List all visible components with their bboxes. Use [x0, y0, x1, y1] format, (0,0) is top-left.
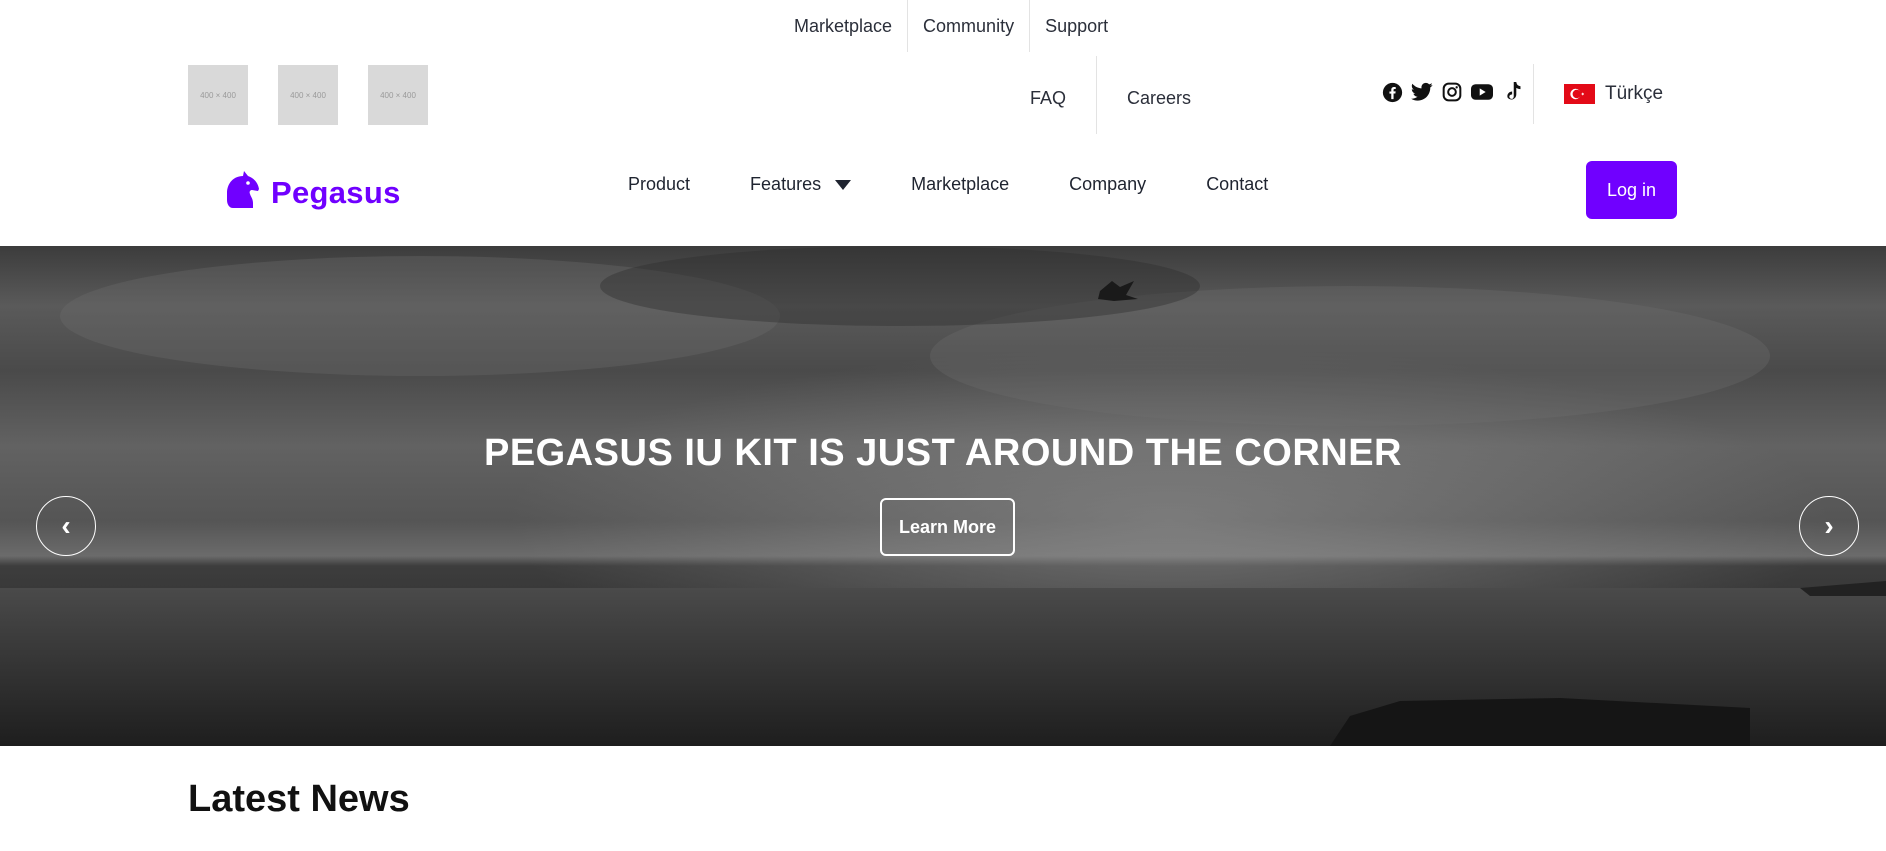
top-link-marketplace[interactable]: Marketplace [779, 0, 909, 52]
nav-item-features[interactable]: Features [750, 174, 852, 195]
top-utility-bar: Marketplace Community Support [0, 0, 1886, 52]
pegasus-horse-icon [221, 169, 261, 216]
top-link-support[interactable]: Support [1030, 0, 1123, 52]
image-placeholder: 400 × 400 [368, 65, 428, 125]
caret-down-icon [835, 179, 852, 190]
language-selector[interactable]: Türkçe [1564, 82, 1663, 106]
brand-logo[interactable]: Pegasus [221, 169, 401, 216]
login-button[interactable]: Log in [1586, 161, 1677, 219]
turkey-flag-icon [1564, 84, 1595, 104]
hero-background-image [0, 246, 1886, 746]
hero-carousel: PEGASUS IU KIT IS JUST AROUND THE CORNER… [0, 246, 1886, 746]
social-links [1381, 81, 1523, 103]
link-careers[interactable]: Careers [1097, 56, 1221, 134]
main-navbar: Pegasus Product Features Marketplace Com… [0, 136, 1886, 246]
chevron-right-icon: › [1824, 510, 1834, 541]
nav-item-marketplace[interactable]: Marketplace [911, 174, 1009, 195]
nav-item-product[interactable]: Product [628, 174, 690, 195]
link-faq[interactable]: FAQ [1000, 56, 1098, 134]
instagram-icon[interactable] [1441, 81, 1463, 103]
nav-item-company[interactable]: Company [1069, 174, 1146, 195]
twitter-icon[interactable] [1411, 81, 1433, 103]
divider [1533, 64, 1534, 124]
secondary-links: FAQ Careers [1000, 56, 1221, 134]
top-utility-links: Marketplace Community Support [779, 0, 1123, 52]
nav-item-label: Features [750, 174, 822, 194]
secondary-header: 400 × 400 400 × 400 400 × 400 FAQ Career… [0, 52, 1886, 136]
learn-more-button[interactable]: Learn More [880, 498, 1015, 556]
youtube-icon[interactable] [1471, 81, 1493, 103]
facebook-icon[interactable] [1381, 81, 1403, 103]
carousel-prev-button[interactable]: ‹ [36, 496, 96, 556]
image-placeholder: 400 × 400 [188, 65, 248, 125]
language-label: Türkçe [1605, 83, 1664, 104]
brand-name: Pegasus [271, 174, 401, 210]
nav-item-contact[interactable]: Contact [1206, 174, 1268, 195]
image-placeholder: 400 × 400 [278, 65, 338, 125]
hero-title: PEGASUS IU KIT IS JUST AROUND THE CORNER [483, 432, 1402, 474]
carousel-next-button[interactable]: › [1799, 496, 1859, 556]
top-link-community[interactable]: Community [908, 0, 1031, 52]
tiktok-icon[interactable] [1501, 81, 1523, 103]
primary-nav: Product Features Marketplace Company Con… [628, 174, 1268, 195]
chevron-left-icon: ‹ [61, 510, 71, 541]
latest-news-heading: Latest News [188, 778, 410, 820]
